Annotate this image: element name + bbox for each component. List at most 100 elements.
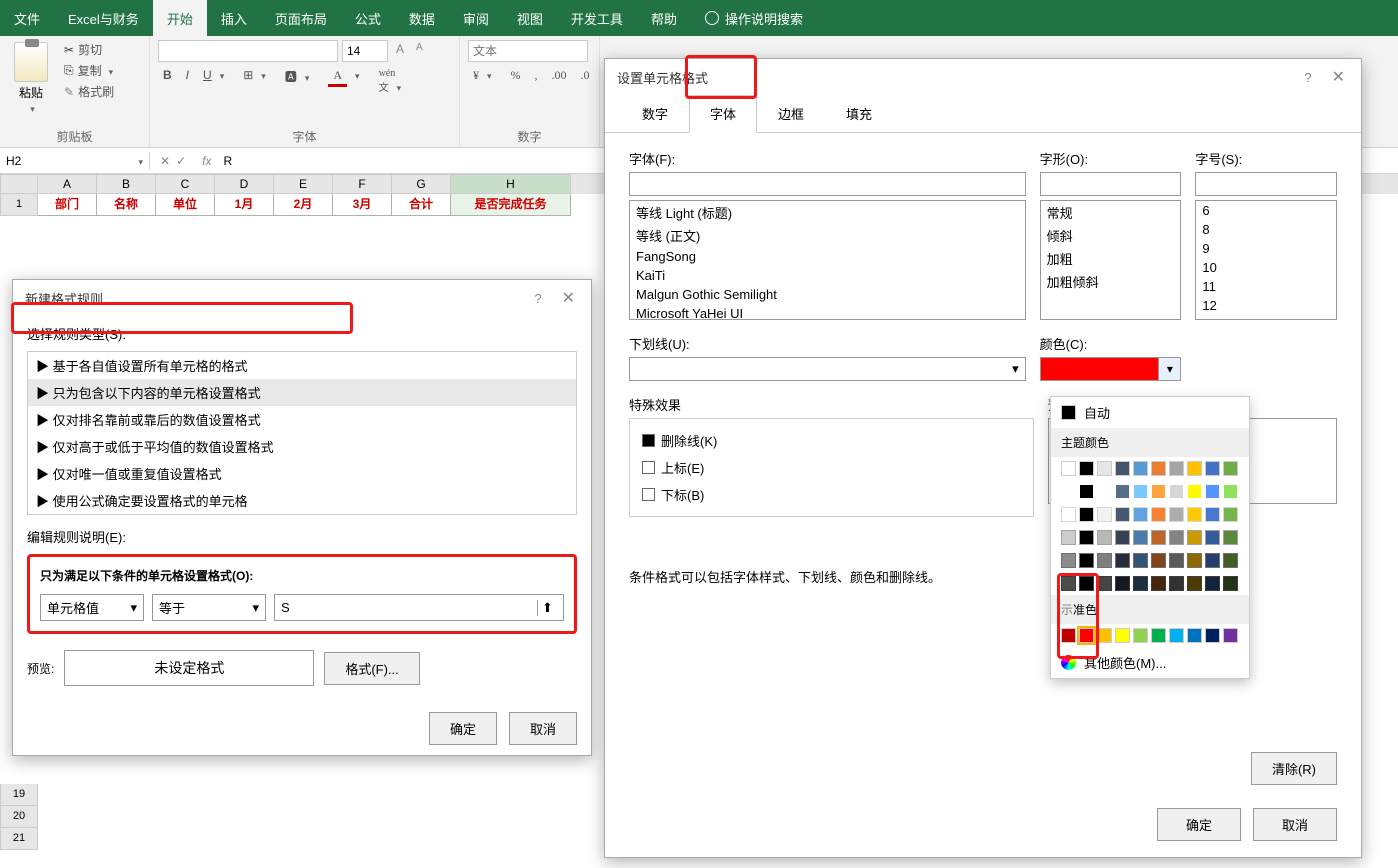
color-swatch[interactable]: [1115, 507, 1130, 522]
color-swatch[interactable]: [1151, 461, 1166, 476]
size-list[interactable]: 689101112: [1195, 200, 1337, 320]
size-input[interactable]: [1195, 172, 1337, 196]
color-swatch[interactable]: [1205, 507, 1220, 522]
color-swatch[interactable]: [1223, 553, 1238, 568]
color-swatch[interactable]: [1187, 628, 1202, 643]
row-header[interactable]: 1: [0, 194, 38, 216]
color-swatch[interactable]: [1115, 628, 1130, 643]
color-swatch[interactable]: [1097, 628, 1112, 643]
color-swatch[interactable]: [1187, 530, 1202, 545]
color-swatch[interactable]: [1079, 628, 1094, 643]
style-list[interactable]: 常规倾斜加粗加粗倾斜: [1040, 200, 1182, 320]
ok-button[interactable]: 确定: [1157, 808, 1241, 841]
auto-color-item[interactable]: 自动: [1051, 397, 1249, 428]
color-swatch[interactable]: [1187, 461, 1202, 476]
format-button[interactable]: 格式(F)...: [324, 652, 419, 685]
color-swatch[interactable]: [1223, 576, 1238, 591]
increase-font-icon[interactable]: A: [392, 40, 408, 62]
color-swatch[interactable]: [1133, 461, 1148, 476]
cell[interactable]: 是否完成任务: [451, 194, 571, 216]
color-swatch[interactable]: [1169, 484, 1184, 499]
strikethrough-checkbox[interactable]: 删除线(K): [642, 427, 1021, 454]
rule-type-item[interactable]: ▶ 仅对高于或低于平均值的数值设置格式: [28, 433, 576, 460]
color-swatch[interactable]: [1205, 530, 1220, 545]
rule-type-item[interactable]: ▶ 只为包含以下内容的单元格设置格式: [28, 379, 576, 406]
color-swatch[interactable]: [1115, 530, 1130, 545]
color-swatch[interactable]: [1079, 530, 1094, 545]
color-dropdown-icon[interactable]: ▾: [1158, 358, 1180, 380]
color-swatch[interactable]: [1151, 530, 1166, 545]
color-select[interactable]: ▾: [1040, 357, 1182, 381]
italic-button[interactable]: I: [181, 66, 194, 96]
col-header[interactable]: A: [38, 174, 97, 194]
font-input[interactable]: [629, 172, 1026, 196]
fill-color-button[interactable]: 🅰: [280, 66, 320, 96]
color-swatch[interactable]: [1133, 507, 1148, 522]
color-swatch[interactable]: [1169, 553, 1184, 568]
tab-font[interactable]: 字体: [689, 95, 757, 133]
help-icon[interactable]: ?: [534, 291, 541, 306]
color-swatch[interactable]: [1079, 484, 1094, 499]
font-size-select[interactable]: [342, 40, 388, 62]
color-swatch[interactable]: [1205, 461, 1220, 476]
color-swatch[interactable]: [1187, 553, 1202, 568]
percent-button[interactable]: %: [506, 66, 526, 85]
copy-button[interactable]: 复制: [60, 61, 118, 80]
color-swatch[interactable]: [1079, 461, 1094, 476]
tab-fill[interactable]: 填充: [825, 95, 893, 132]
condition-operator-select[interactable]: 等于▾: [152, 594, 266, 621]
tab-devtools[interactable]: 开发工具: [557, 0, 637, 36]
tell-me[interactable]: 操作说明搜索: [691, 0, 817, 36]
color-swatch[interactable]: [1079, 553, 1094, 568]
tab-insert[interactable]: 插入: [207, 0, 261, 36]
tab-data[interactable]: 数据: [395, 0, 449, 36]
color-swatch[interactable]: [1061, 530, 1076, 545]
font-list[interactable]: 等线 Light (标题)等线 (正文)FangSongKaiTiMalgun …: [629, 200, 1026, 320]
row-header[interactable]: 20: [0, 806, 38, 828]
ok-button[interactable]: 确定: [429, 712, 497, 745]
color-swatch[interactable]: [1061, 507, 1076, 522]
color-swatch[interactable]: [1169, 507, 1184, 522]
color-swatch[interactable]: [1133, 576, 1148, 591]
paste-button[interactable]: 粘贴: [8, 40, 54, 117]
currency-button[interactable]: ¥: [468, 66, 502, 85]
format-painter-button[interactable]: 格式刷: [60, 82, 118, 101]
superscript-checkbox[interactable]: 上标(E): [642, 454, 1021, 481]
underline-button[interactable]: U: [198, 66, 234, 96]
color-swatch[interactable]: [1187, 484, 1202, 499]
col-header[interactable]: H: [451, 174, 571, 194]
col-header[interactable]: B: [97, 174, 156, 194]
name-box[interactable]: H2: [0, 152, 150, 170]
tab-excel-finance[interactable]: Excel与财务: [54, 0, 153, 36]
color-swatch[interactable]: [1097, 507, 1112, 522]
rule-type-item[interactable]: ▶ 仅对排名靠前或靠后的数值设置格式: [28, 406, 576, 433]
color-swatch[interactable]: [1133, 553, 1148, 568]
cancel-formula-icon[interactable]: ✕: [160, 154, 170, 168]
color-swatch[interactable]: [1223, 461, 1238, 476]
color-swatch[interactable]: [1115, 484, 1130, 499]
color-swatch[interactable]: [1097, 484, 1112, 499]
tab-file[interactable]: 文件: [0, 0, 54, 36]
condition-target-select[interactable]: 单元格值▾: [40, 594, 144, 621]
color-swatch[interactable]: [1061, 553, 1076, 568]
color-swatch[interactable]: [1115, 553, 1130, 568]
color-swatch[interactable]: [1151, 507, 1166, 522]
tab-home[interactable]: 开始: [153, 0, 207, 36]
color-swatch[interactable]: [1133, 530, 1148, 545]
color-swatch[interactable]: [1079, 576, 1094, 591]
color-swatch[interactable]: [1169, 628, 1184, 643]
accept-formula-icon[interactable]: ✓: [176, 154, 186, 168]
color-swatch[interactable]: [1205, 484, 1220, 499]
subscript-checkbox[interactable]: 下标(B): [642, 481, 1021, 508]
color-swatch[interactable]: [1205, 576, 1220, 591]
color-swatch[interactable]: [1061, 576, 1076, 591]
color-swatch[interactable]: [1223, 507, 1238, 522]
color-swatch[interactable]: [1187, 576, 1202, 591]
color-swatch[interactable]: [1223, 628, 1238, 643]
tab-view[interactable]: 视图: [503, 0, 557, 36]
color-swatch[interactable]: [1097, 461, 1112, 476]
tab-border[interactable]: 边框: [757, 95, 825, 132]
cancel-button[interactable]: 取消: [509, 712, 577, 745]
col-header[interactable]: E: [274, 174, 333, 194]
color-swatch[interactable]: [1223, 484, 1238, 499]
